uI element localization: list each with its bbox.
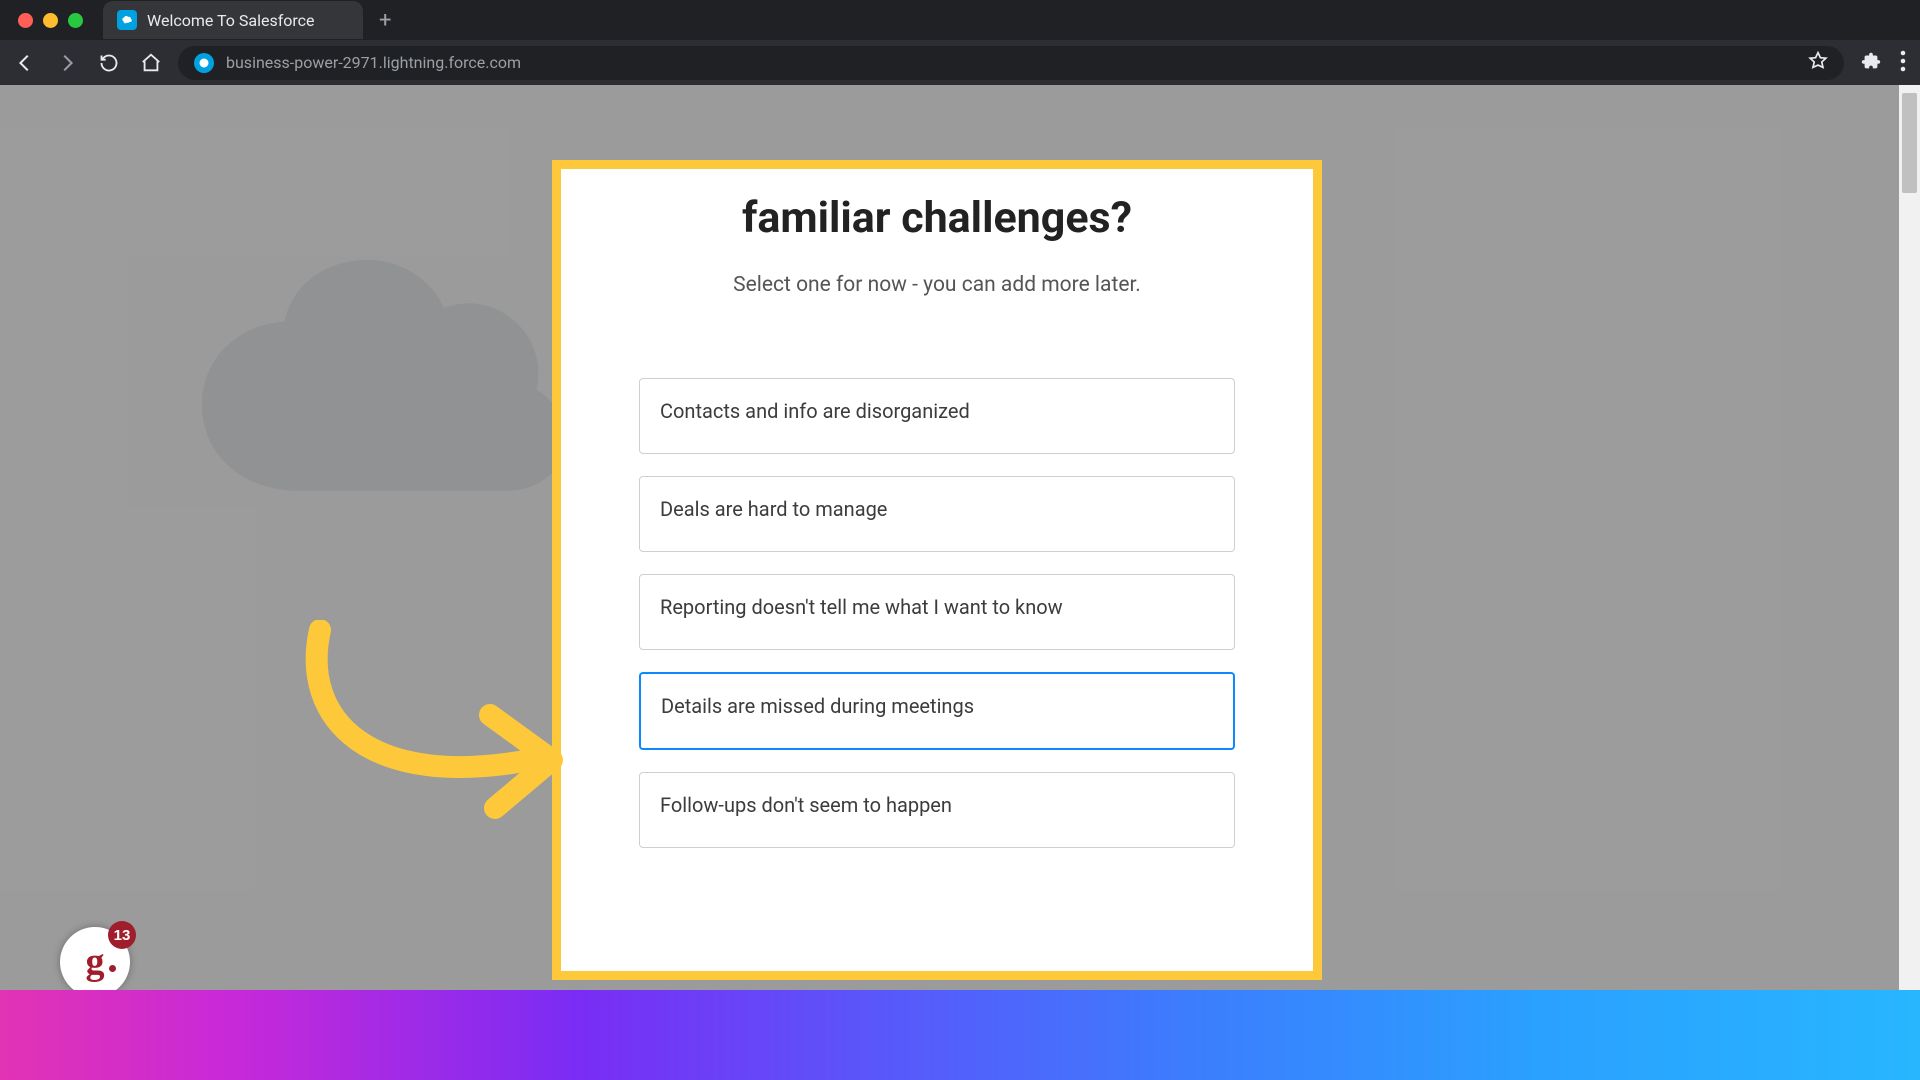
notification-badge[interactable]: g 13 <box>60 927 130 990</box>
challenge-option[interactable]: Contacts and info are disorganized <box>639 378 1235 454</box>
back-icon[interactable] <box>14 52 36 74</box>
modal-footer: Back Submit <box>568 980 1334 990</box>
browser-tab[interactable]: Welcome To Salesforce <box>103 1 363 39</box>
address-bar[interactable]: business-power-2971.lightning.force.com <box>178 46 1844 80</box>
home-icon[interactable] <box>140 52 162 74</box>
maximize-window-icon[interactable] <box>68 13 83 28</box>
tab-title: Welcome To Salesforce <box>147 11 315 30</box>
page-viewport: Back Submit familiar challenges? Select … <box>0 85 1920 990</box>
modal-title: familiar challenges? <box>601 193 1273 243</box>
challenge-option[interactable]: Reporting doesn't tell me what I want to… <box>639 574 1235 650</box>
toolbar: business-power-2971.lightning.force.com <box>0 40 1920 85</box>
vertical-scrollbar[interactable]: ▲ <box>1899 85 1920 990</box>
decorative-gradient-bar <box>0 990 1920 1080</box>
reload-icon[interactable] <box>98 52 120 74</box>
window-controls <box>18 13 83 28</box>
url-text: business-power-2971.lightning.force.com <box>226 53 1796 72</box>
challenge-option-selected[interactable]: Details are missed during meetings <box>639 672 1235 750</box>
extensions-puzzle-icon[interactable] <box>1860 50 1882 76</box>
scrollbar-thumb[interactable] <box>1902 93 1917 193</box>
close-window-icon[interactable] <box>18 13 33 28</box>
challenge-options-list: Contacts and info are disorganized Deals… <box>601 378 1273 848</box>
badge-count: 13 <box>108 921 136 949</box>
modal-subtitle: Select one for now - you can add more la… <box>601 271 1273 300</box>
badge-dot-icon <box>109 965 116 972</box>
browser-chrome: Welcome To Salesforce + business-power-2… <box>0 0 1920 85</box>
badge-glyph: g <box>86 940 105 984</box>
forward-icon[interactable] <box>56 52 78 74</box>
tab-bar: Welcome To Salesforce + <box>0 0 1920 40</box>
browser-menu-icon[interactable] <box>1900 50 1906 76</box>
extension-icons <box>1860 50 1906 76</box>
onboarding-modal: familiar challenges? Select one for now … <box>552 160 1322 980</box>
challenge-option[interactable]: Follow-ups don't seem to happen <box>639 772 1235 848</box>
nav-icons <box>14 52 162 74</box>
bookmark-star-icon[interactable] <box>1808 51 1828 75</box>
challenge-option[interactable]: Deals are hard to manage <box>639 476 1235 552</box>
new-tab-button[interactable]: + <box>379 8 391 33</box>
site-identity-icon <box>194 53 214 73</box>
minimize-window-icon[interactable] <box>43 13 58 28</box>
salesforce-favicon-icon <box>117 10 137 30</box>
